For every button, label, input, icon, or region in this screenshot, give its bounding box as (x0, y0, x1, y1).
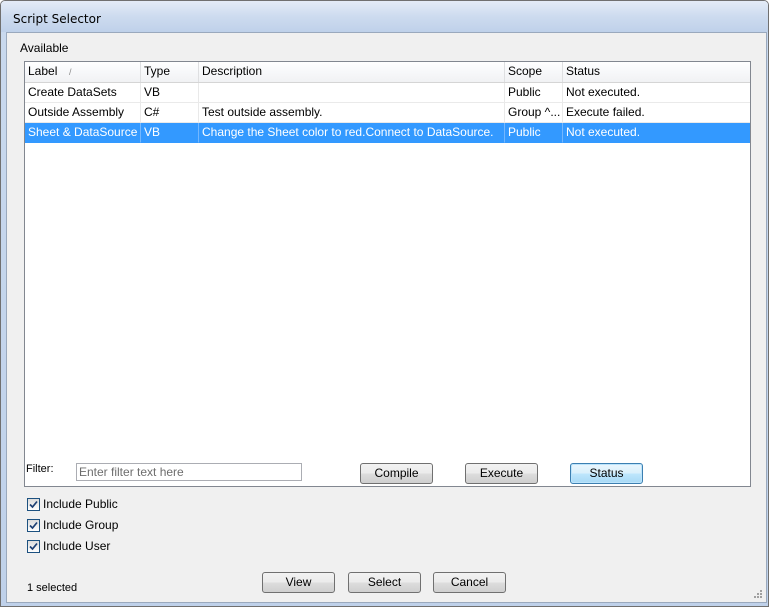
column-header-scope[interactable]: Scope (505, 62, 563, 82)
scripts-grid[interactable]: Label / Type Description Scope Status Cr… (24, 61, 751, 487)
checkbox-label: Include Group (43, 518, 119, 532)
window-title: Script Selector (13, 12, 101, 26)
checkmark-icon (29, 521, 38, 530)
cell-type: C# (141, 103, 199, 123)
compile-button[interactable]: Compile (360, 463, 433, 484)
available-label: Available (20, 41, 69, 55)
selection-count: 1 selected (27, 582, 78, 594)
script-selector-window: Script Selector Available Label / Type D… (0, 0, 769, 607)
column-header-label[interactable]: Label / (25, 62, 141, 82)
table-row[interactable]: Create DataSets VB Public Not executed. (25, 83, 750, 103)
column-header-description[interactable]: Description (199, 62, 505, 82)
cell-label: Sheet & DataSource (25, 123, 141, 143)
checkbox-box[interactable] (27, 519, 40, 532)
checkbox-label: Include User (43, 539, 111, 553)
cell-status: Execute failed. (563, 103, 750, 123)
checkmark-icon (29, 542, 38, 551)
checkbox-box[interactable] (27, 498, 40, 511)
cell-scope: Group ^... (505, 103, 563, 123)
checkbox-box[interactable] (27, 540, 40, 553)
table-row[interactable]: Outside Assembly C# Test outside assembl… (25, 103, 750, 123)
cell-scope: Public (505, 83, 563, 103)
cell-description: Change the Sheet color to red.Connect to… (199, 123, 505, 143)
sort-ascending-icon: / (69, 67, 72, 77)
table-row-selected[interactable]: Sheet & DataSource VB Change the Sheet c… (25, 123, 750, 143)
cell-type: VB (141, 83, 199, 103)
cell-label: Create DataSets (25, 83, 141, 103)
checkmark-icon (29, 500, 38, 509)
status-button[interactable]: Status (570, 463, 643, 484)
title-bar[interactable]: Script Selector (1, 1, 768, 32)
cell-status: Not executed. (563, 123, 750, 143)
view-button[interactable]: View (262, 572, 335, 593)
cell-description: Test outside assembly. (199, 103, 505, 123)
grid-header: Label / Type Description Scope Status (25, 62, 750, 83)
cell-label: Outside Assembly (25, 103, 141, 123)
column-header-status[interactable]: Status (563, 62, 750, 82)
column-header-type[interactable]: Type (141, 62, 199, 82)
cell-scope: Public (505, 123, 563, 143)
dialog-body: Available Label / Type Description Scope… (6, 32, 767, 603)
cell-status: Not executed. (563, 83, 750, 103)
resize-grip-icon[interactable] (753, 589, 763, 599)
filter-input[interactable] (76, 463, 302, 481)
execute-button[interactable]: Execute (465, 463, 538, 484)
filter-label: Filter: (26, 463, 54, 475)
cell-type: VB (141, 123, 199, 143)
checkbox-label: Include Public (43, 497, 118, 511)
select-button[interactable]: Select (348, 572, 421, 593)
cancel-button[interactable]: Cancel (433, 572, 506, 593)
cell-description (199, 83, 505, 103)
